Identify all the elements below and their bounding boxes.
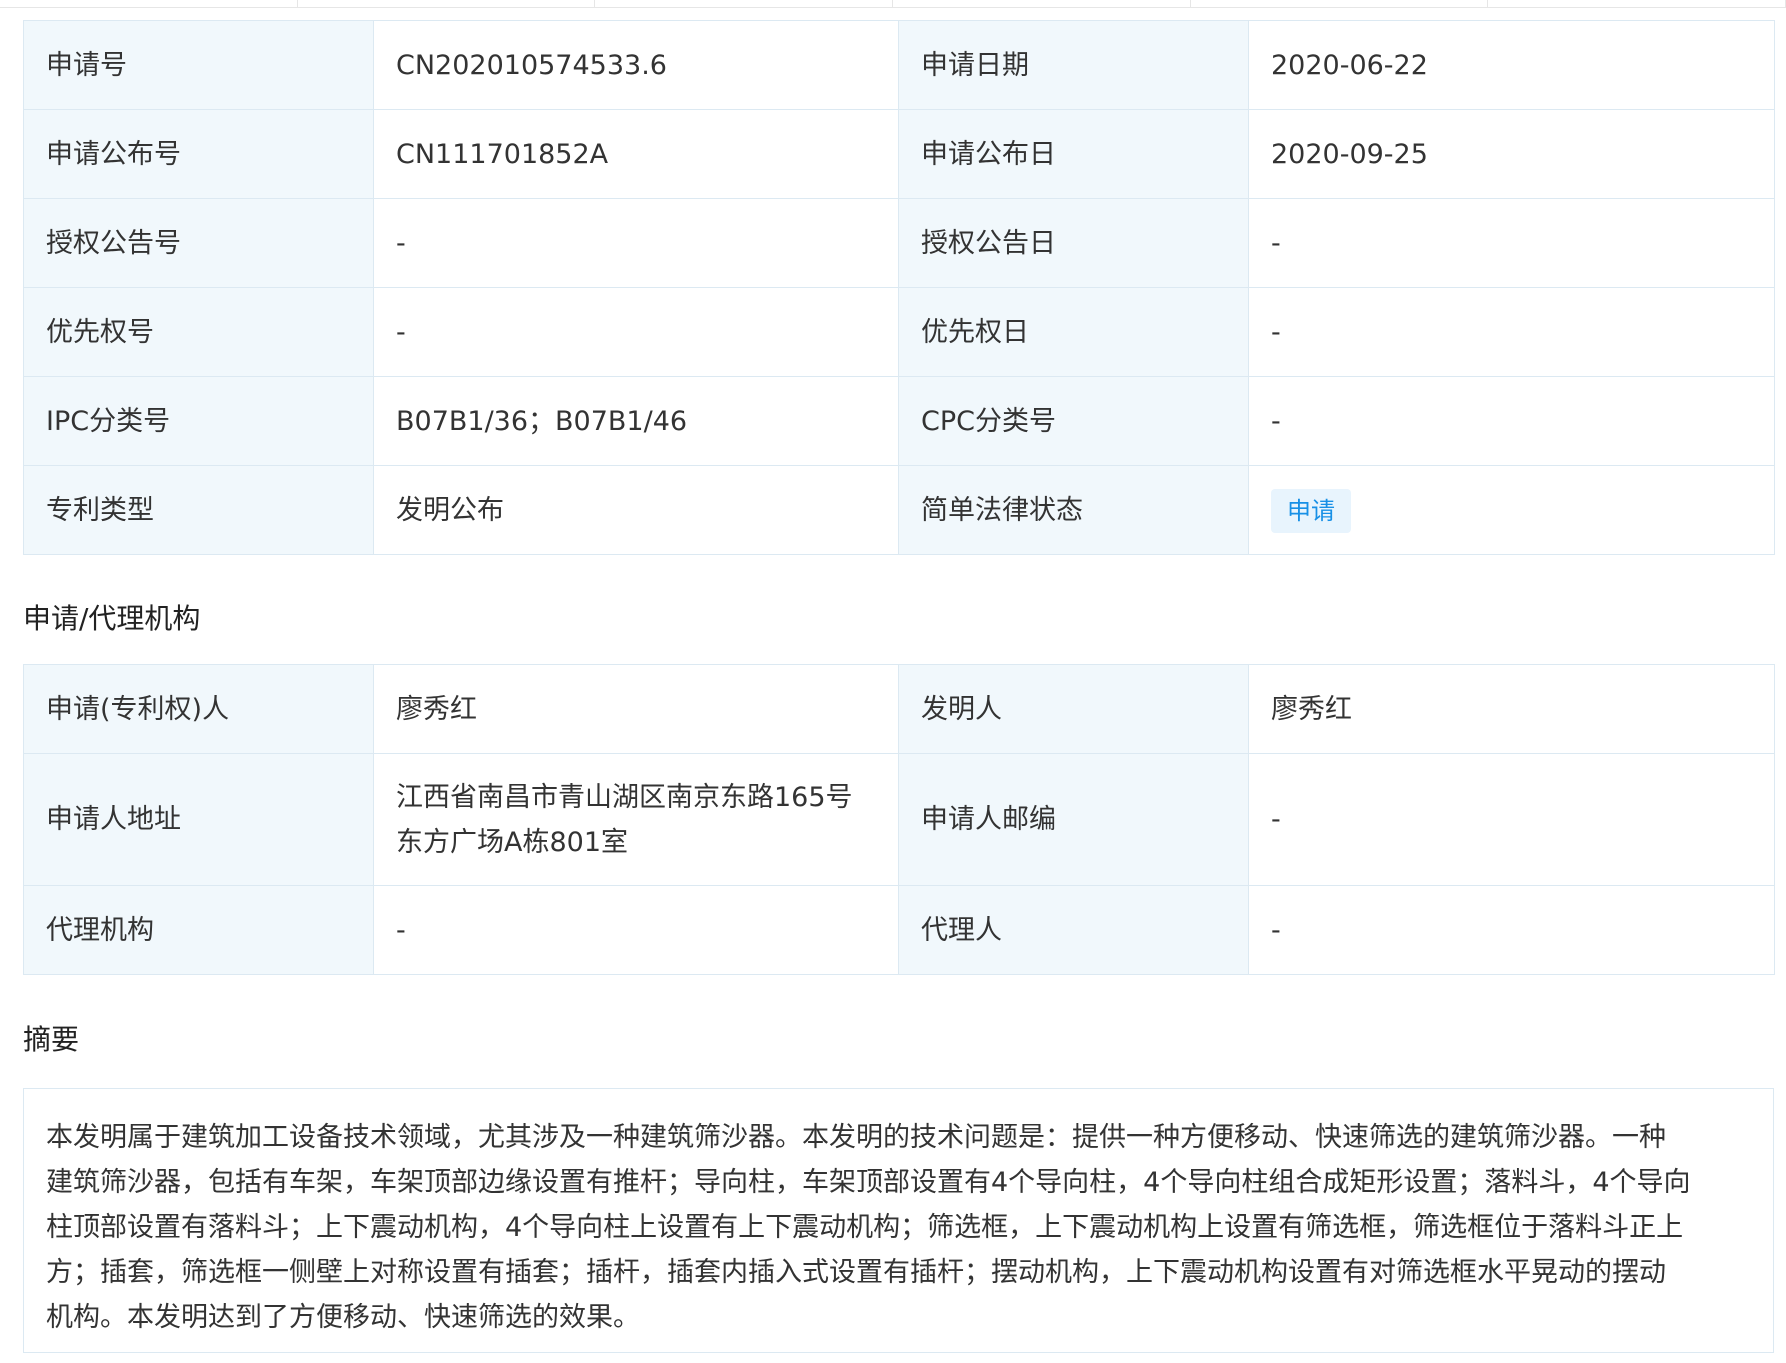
patent-type-value: 发明公布	[373, 465, 899, 555]
applicant-address-label: 申请人地址	[23, 753, 374, 886]
grant-number-label: 授权公告号	[23, 198, 374, 288]
table-row: 优先权号 - 优先权日 -	[23, 287, 1775, 377]
postcode-value: -	[1248, 753, 1775, 886]
grant-date-label: 授权公告日	[898, 198, 1249, 288]
abstract-line: 机构。本发明达到了方便移动、快速筛选的效果。	[46, 1302, 640, 1333]
agency-value: -	[373, 885, 899, 975]
agency-section-title: 申请/代理机构	[23, 602, 201, 635]
tab-stub[interactable]	[0, 0, 298, 7]
priority-number-value: -	[373, 287, 899, 377]
tab-stub[interactable]	[595, 0, 894, 7]
abstract-line: 本发明属于建筑加工设备技术领域，尤其涉及一种建筑筛沙器。本发明的技术问题是：提供…	[46, 1122, 1666, 1153]
table-row: 申请人地址 江西省南昌市青山湖区南京东路165号 东方广场A栋801室 申请人邮…	[23, 753, 1775, 886]
top-tab-strip	[0, 0, 1786, 8]
legal-status-badge: 申请	[1271, 488, 1351, 533]
abstract-line: 建筑筛沙器，包括有车架，车架顶部边缘设置有推杆；导向柱，车架顶部设置有4个导向柱…	[46, 1167, 1691, 1198]
postcode-label: 申请人邮编	[898, 753, 1249, 886]
applicant-value[interactable]: 廖秀红	[373, 664, 899, 754]
agency-table: 申请(专利权)人 廖秀红 发明人 廖秀红 申请人地址 江西省南昌市青山湖区南京东…	[23, 664, 1775, 975]
applicant-label: 申请(专利权)人	[23, 664, 374, 754]
table-row: 授权公告号 - 授权公告日 -	[23, 198, 1775, 288]
table-row: 申请(专利权)人 廖秀红 发明人 廖秀红	[23, 664, 1775, 754]
priority-date-value: -	[1248, 287, 1775, 377]
application-date-label: 申请日期	[898, 20, 1249, 110]
tab-stub[interactable]	[1191, 0, 1489, 7]
application-number-value: CN202010574533.6	[373, 20, 899, 110]
table-row: 代理机构 - 代理人 -	[23, 885, 1775, 975]
applicant-address-value: 江西省南昌市青山湖区南京东路165号 东方广场A栋801室	[373, 753, 899, 886]
legal-status-cell: 申请	[1248, 465, 1775, 555]
table-row: 申请公布号 CN111701852A 申请公布日 2020-09-25	[23, 109, 1775, 199]
application-number-label: 申请号	[23, 20, 374, 110]
inventor-label: 发明人	[898, 664, 1249, 754]
table-row: IPC分类号 B07B1/36；B07B1/46 CPC分类号 -	[23, 376, 1775, 466]
basic-info-table: 申请号 CN202010574533.6 申请日期 2020-06-22 申请公…	[23, 20, 1775, 555]
tab-stub[interactable]	[1488, 0, 1786, 7]
abstract-text: 本发明属于建筑加工设备技术领域，尤其涉及一种建筑筛沙器。本发明的技术问题是：提供…	[23, 1088, 1774, 1353]
address-line-1: 江西省南昌市青山湖区南京东路165号	[396, 781, 853, 813]
abstract-line: 方；插套，筛选框一侧壁上对称设置有插套；插杆，插套内插入式设置有插杆；摆动机构，…	[46, 1257, 1666, 1288]
table-row: 申请号 CN202010574533.6 申请日期 2020-06-22	[23, 20, 1775, 110]
priority-number-label: 优先权号	[23, 287, 374, 377]
inventor-value[interactable]: 廖秀红	[1248, 664, 1775, 754]
publication-number-value: CN111701852A	[373, 109, 899, 199]
publication-date-label: 申请公布日	[898, 109, 1249, 199]
ipc-value: B07B1/36；B07B1/46	[373, 376, 899, 466]
ipc-label: IPC分类号	[23, 376, 374, 466]
grant-date-value: -	[1248, 198, 1775, 288]
agent-value: -	[1248, 885, 1775, 975]
application-date-value: 2020-06-22	[1248, 20, 1775, 110]
legal-status-label: 简单法律状态	[898, 465, 1249, 555]
tab-stub[interactable]	[298, 0, 596, 7]
cpc-label: CPC分类号	[898, 376, 1249, 466]
grant-number-value: -	[373, 198, 899, 288]
table-row: 专利类型 发明公布 简单法律状态 申请	[23, 465, 1775, 555]
publication-number-label: 申请公布号	[23, 109, 374, 199]
cpc-value: -	[1248, 376, 1775, 466]
abstract-section-title: 摘要	[23, 1023, 80, 1056]
priority-date-label: 优先权日	[898, 287, 1249, 377]
address-line-2: 东方广场A栋801室	[396, 826, 629, 858]
tab-stub[interactable]	[893, 0, 1191, 7]
agency-label: 代理机构	[23, 885, 374, 975]
abstract-line: 柱顶部设置有落料斗；上下震动机构，4个导向柱上设置有上下震动机构；筛选框，上下震…	[46, 1212, 1684, 1243]
publication-date-value: 2020-09-25	[1248, 109, 1775, 199]
patent-type-label: 专利类型	[23, 465, 374, 555]
agent-label: 代理人	[898, 885, 1249, 975]
